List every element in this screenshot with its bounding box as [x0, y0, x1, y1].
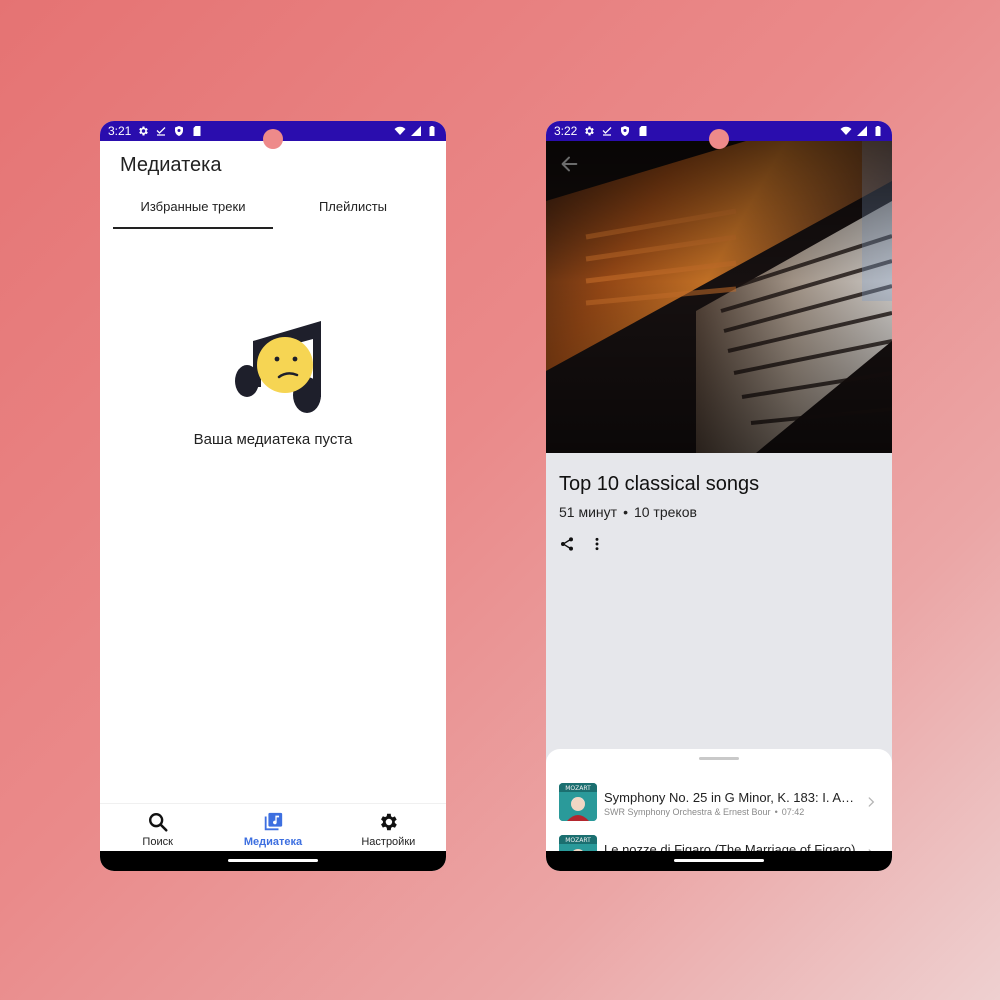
track-artist: SWR Symphony Orchestra & Ernest Bour — [604, 807, 771, 817]
phone-screen-library: 3:21 Медиатека Избранные треки Плейлисты… — [100, 121, 446, 871]
playlist-title: Top 10 classical songs — [559, 473, 760, 495]
track-subtitle: SWR Symphony Orchestra & Ernest Bour • 0… — [604, 807, 804, 817]
nav-settings-label: Настройки — [361, 836, 416, 848]
sd-card-icon — [191, 125, 203, 137]
playlist-actions — [559, 536, 605, 552]
track-duration: 07:42 — [781, 807, 805, 817]
nav-search[interactable]: Поиск — [100, 804, 215, 851]
chevron-right-icon — [864, 795, 878, 809]
shield-icon — [173, 125, 185, 137]
home-gesture-handle[interactable] — [674, 859, 764, 862]
system-navigation-bar — [546, 851, 892, 871]
nav-search-label: Поиск — [142, 836, 173, 848]
signal-icon — [410, 125, 422, 137]
svg-text:MOZART: MOZART — [565, 785, 591, 792]
share-icon[interactable] — [559, 536, 575, 552]
battery-icon — [426, 125, 438, 137]
playlist-cover-image — [546, 141, 892, 453]
track-title: Le nozze di Figaro (The Marriage of Figa… — [604, 842, 856, 851]
tab-playlists[interactable]: Плейлисты — [273, 199, 433, 229]
camera-cutout — [263, 129, 283, 149]
track-title: Symphony No. 25 in G Minor, K. 183: I. A… — [604, 790, 856, 805]
nav-library[interactable]: Медиатека — [215, 804, 330, 851]
sd-card-icon — [637, 125, 649, 137]
svg-text:MOZART: MOZART — [565, 837, 591, 844]
nav-settings[interactable]: Настройки — [331, 804, 446, 851]
track-list-sheet: MOZART Symphony No. 25 in G Minor, K. 18… — [546, 749, 892, 851]
download-done-icon — [155, 125, 167, 137]
back-arrow-icon[interactable] — [558, 153, 580, 175]
track-row[interactable]: MOZART Le nozze di Figaro (The Marriage … — [559, 835, 879, 851]
search-icon — [146, 810, 170, 834]
nav-library-label: Медиатека — [243, 836, 303, 848]
status-time: 3:21 — [108, 124, 132, 138]
gear-icon — [137, 125, 149, 137]
wifi-icon — [394, 125, 406, 137]
playlist-track-count: 10 треков — [633, 504, 697, 520]
tab-bar: Избранные треки Плейлисты — [113, 199, 433, 229]
playlist-duration: 51 минут — [559, 504, 618, 520]
gear-icon — [583, 125, 595, 137]
album-cover: MOZART — [559, 783, 597, 821]
tab-favorite-tracks[interactable]: Избранные треки — [113, 199, 273, 229]
shield-icon — [619, 125, 631, 137]
sad-music-note-icon — [233, 317, 325, 413]
track-row[interactable]: MOZART Symphony No. 25 in G Minor, K. 18… — [559, 783, 879, 823]
system-navigation-bar — [100, 851, 446, 871]
wifi-icon — [840, 125, 852, 137]
home-gesture-handle[interactable] — [228, 859, 318, 862]
more-vert-icon[interactable] — [589, 536, 605, 552]
download-done-icon — [601, 125, 613, 137]
meta-separator: • — [774, 807, 778, 817]
bottom-navigation: Поиск Медиатека Настройки — [100, 803, 446, 851]
signal-icon — [856, 125, 868, 137]
camera-cutout — [709, 129, 729, 149]
sheet-drag-handle[interactable] — [699, 757, 739, 760]
empty-state-text: Ваша медиатека пуста — [193, 431, 353, 448]
meta-separator: • — [623, 504, 628, 520]
gear-icon — [376, 810, 400, 834]
page-title: Медиатека — [120, 154, 222, 176]
album-cover: MOZART — [559, 835, 597, 851]
playlist-meta: 51 минут • 10 треков — [559, 504, 697, 520]
library-music-icon — [261, 810, 285, 834]
phone-screen-playlist: 3:22 Top 10 classical songs 51 минут • 1… — [546, 121, 892, 871]
status-time: 3:22 — [554, 124, 578, 138]
battery-icon — [872, 125, 884, 137]
playlist-info-panel — [546, 453, 892, 773]
